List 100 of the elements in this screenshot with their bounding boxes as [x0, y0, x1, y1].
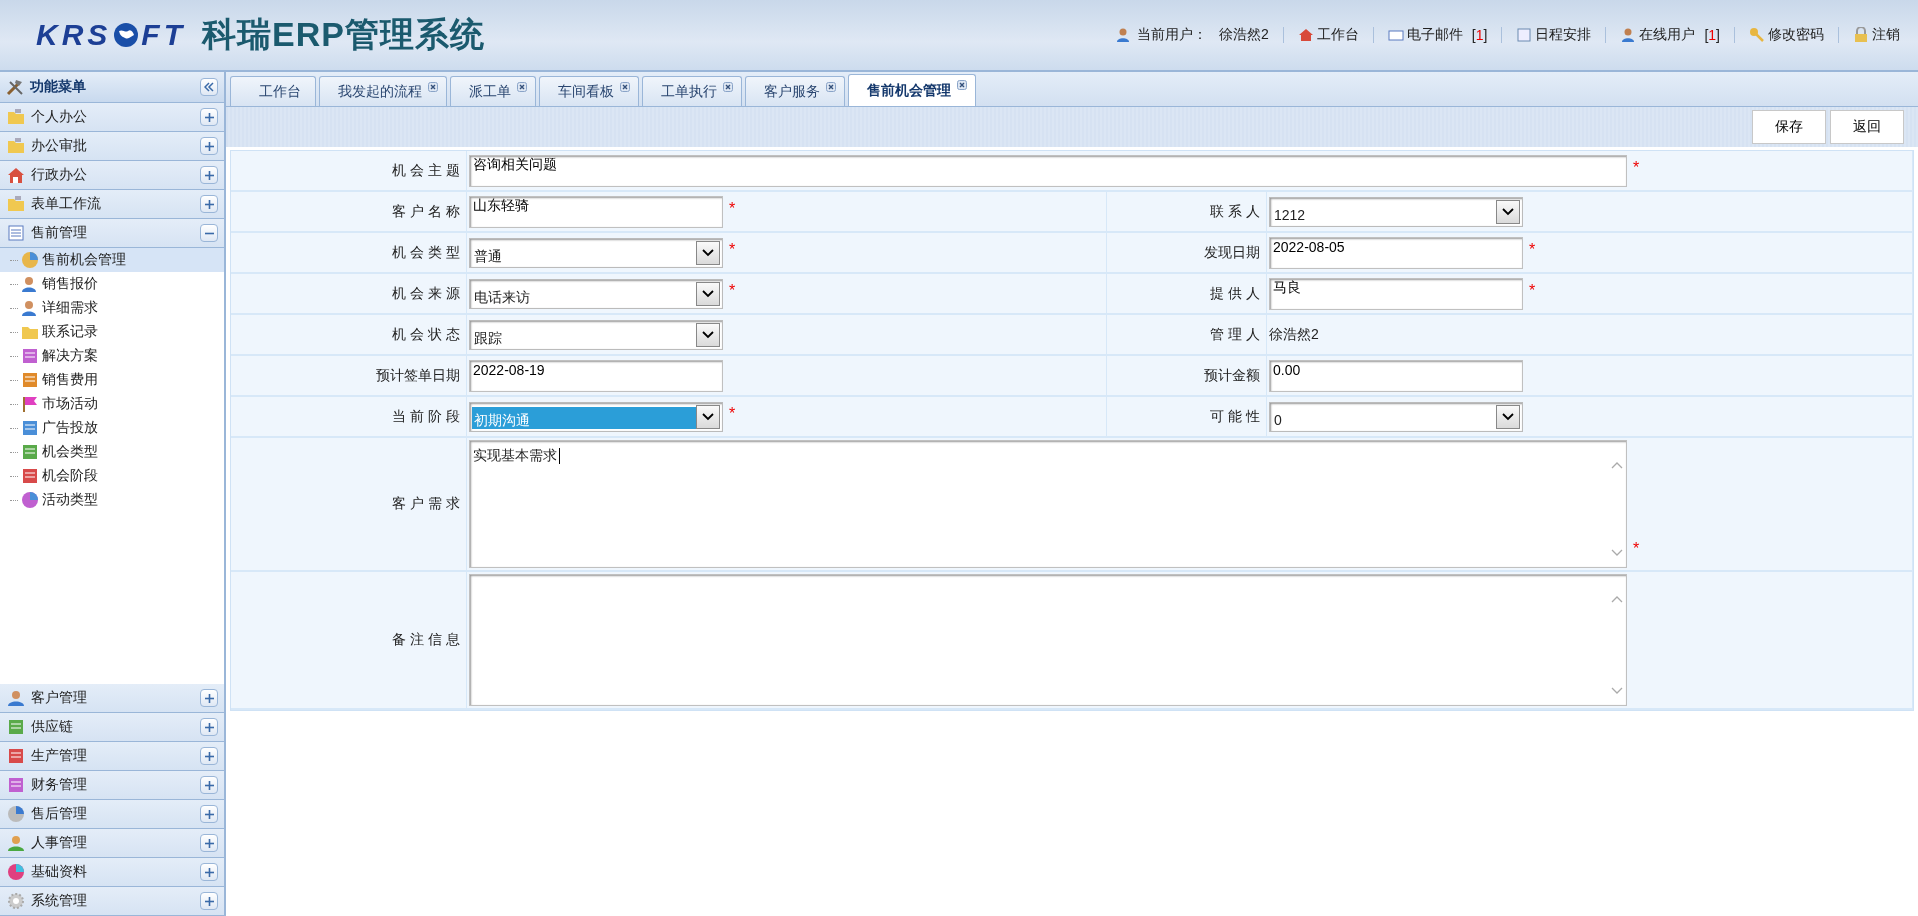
text-field[interactable]: 0.00 — [1269, 359, 1523, 392]
menu-section[interactable]: 个人办公 — [0, 103, 224, 132]
menu-section[interactable]: 生产管理 — [0, 742, 224, 771]
menu-section[interactable]: 供应链 — [0, 713, 224, 742]
tab[interactable]: 车间看板 — [539, 76, 639, 106]
expand-toggle[interactable] — [200, 718, 218, 736]
close-icon[interactable] — [826, 82, 836, 92]
field-label: 预计签单日期 — [231, 356, 467, 395]
menu-section[interactable]: 系统管理 — [0, 887, 224, 916]
expand-toggle[interactable] — [200, 689, 218, 707]
tab[interactable]: 售前机会管理 — [848, 74, 976, 106]
tab[interactable]: 客户服务 — [745, 76, 845, 106]
menu-item[interactable]: 机会类型 — [0, 440, 224, 464]
close-icon[interactable] — [428, 82, 438, 92]
person-icon — [21, 275, 39, 293]
menu-item[interactable]: 联系记录 — [0, 320, 224, 344]
folder-icon — [7, 108, 25, 126]
text-field[interactable]: 咨询相关问题 — [469, 154, 1627, 187]
expand-toggle[interactable] — [200, 863, 218, 881]
plus-icon — [204, 199, 214, 209]
text-field[interactable]: 山东轻骑 — [469, 195, 723, 228]
menu-item[interactable]: 销售费用 — [0, 368, 224, 392]
menu-item[interactable]: 解决方案 — [0, 344, 224, 368]
required-mark: * — [1529, 282, 1536, 300]
house-icon — [1297, 27, 1314, 43]
header-link[interactable]: 注销 — [1853, 26, 1900, 44]
document-icon — [21, 443, 39, 461]
caret-icon — [696, 281, 720, 306]
logo-text: KRS — [36, 18, 112, 52]
text-field[interactable]: 2022-08-19 — [469, 359, 723, 392]
document-icon — [7, 224, 25, 242]
close-icon[interactable] — [957, 80, 967, 90]
menu-item[interactable]: 销售报价 — [0, 272, 224, 296]
plus-icon — [204, 112, 214, 122]
plus-icon — [204, 838, 214, 848]
tab[interactable]: 我发起的流程 — [319, 76, 447, 106]
tab[interactable]: 工单执行 — [642, 76, 742, 106]
dropdown[interactable]: 1212 — [1269, 196, 1523, 227]
expand-toggle[interactable] — [200, 195, 218, 213]
person-icon — [1115, 27, 1132, 43]
expand-toggle[interactable] — [200, 892, 218, 910]
pie-icon — [21, 251, 39, 269]
person-icon — [21, 299, 39, 317]
toolbar-button[interactable]: 返回 — [1830, 110, 1904, 144]
header-link[interactable]: 工作台 — [1297, 26, 1359, 44]
field-label: 发现日期 — [1107, 233, 1267, 272]
close-icon[interactable] — [723, 82, 733, 92]
menu-section[interactable]: 办公审批 — [0, 132, 224, 161]
header-link[interactable]: 电子邮件 [1] — [1387, 26, 1488, 44]
menu-item[interactable]: 广告投放 — [0, 416, 224, 440]
field-label: 机 会 状 态 — [231, 315, 467, 354]
header-link[interactable]: 日程安排 — [1516, 26, 1592, 44]
folder-icon — [7, 137, 25, 155]
text-field[interactable]: 2022-08-05 — [1269, 236, 1523, 269]
menu-section[interactable]: 行政办公 — [0, 161, 224, 190]
dropdown[interactable]: 普通 — [469, 237, 723, 268]
dropdown[interactable]: 跟踪 — [469, 319, 723, 350]
dropdown[interactable]: 电话来访 — [469, 278, 723, 309]
menu-section[interactable]: 客户管理 — [0, 684, 224, 713]
person-icon — [7, 689, 25, 707]
gear-icon — [7, 892, 25, 910]
padlock-icon — [1853, 27, 1869, 43]
field-label: 提 供 人 — [1107, 274, 1267, 313]
collapse-button[interactable] — [200, 78, 218, 96]
plus-icon — [204, 751, 214, 761]
menu-section[interactable]: 表单工作流 — [0, 190, 224, 219]
person-icon — [1620, 27, 1637, 43]
tab[interactable]: 派工单 — [450, 76, 536, 106]
field-label: 预计金额 — [1107, 356, 1267, 395]
header-link[interactable]: 修改密码 — [1749, 26, 1824, 44]
expand-toggle[interactable] — [200, 747, 218, 765]
menu-section[interactable]: 基础资料 — [0, 858, 224, 887]
document-icon — [7, 776, 25, 794]
menu-item[interactable]: 市场活动 — [0, 392, 224, 416]
menu-section[interactable]: 售后管理 — [0, 800, 224, 829]
menu-section[interactable]: 售前管理 — [0, 219, 224, 248]
text-field[interactable]: 马良 — [1269, 277, 1523, 310]
field-label: 可 能 性 — [1107, 397, 1267, 436]
menu-item[interactable]: 详细需求 — [0, 296, 224, 320]
menu-item[interactable]: 售前机会管理 — [0, 248, 224, 272]
menu-section[interactable]: 人事管理 — [0, 829, 224, 858]
toolbar-button[interactable]: 保存 — [1752, 110, 1826, 144]
menu-section[interactable]: 财务管理 — [0, 771, 224, 800]
expand-toggle[interactable] — [200, 834, 218, 852]
close-icon[interactable] — [620, 82, 630, 92]
double-chevron-icon — [204, 82, 214, 92]
header-link[interactable]: 在线用户 [1] — [1620, 26, 1720, 44]
expand-toggle[interactable] — [200, 224, 218, 242]
dropdown[interactable]: 0 — [1269, 401, 1523, 432]
expand-toggle[interactable] — [200, 166, 218, 184]
expand-toggle[interactable] — [200, 805, 218, 823]
menu-item[interactable]: 机会阶段 — [0, 464, 224, 488]
menu-item[interactable]: 活动类型 — [0, 488, 224, 512]
tab[interactable]: 工作台 — [230, 76, 316, 106]
expand-toggle[interactable] — [200, 108, 218, 126]
expand-toggle[interactable] — [200, 776, 218, 794]
caret-icon — [1496, 199, 1520, 224]
close-icon[interactable] — [517, 82, 527, 92]
expand-toggle[interactable] — [200, 137, 218, 155]
document-icon — [7, 718, 25, 736]
